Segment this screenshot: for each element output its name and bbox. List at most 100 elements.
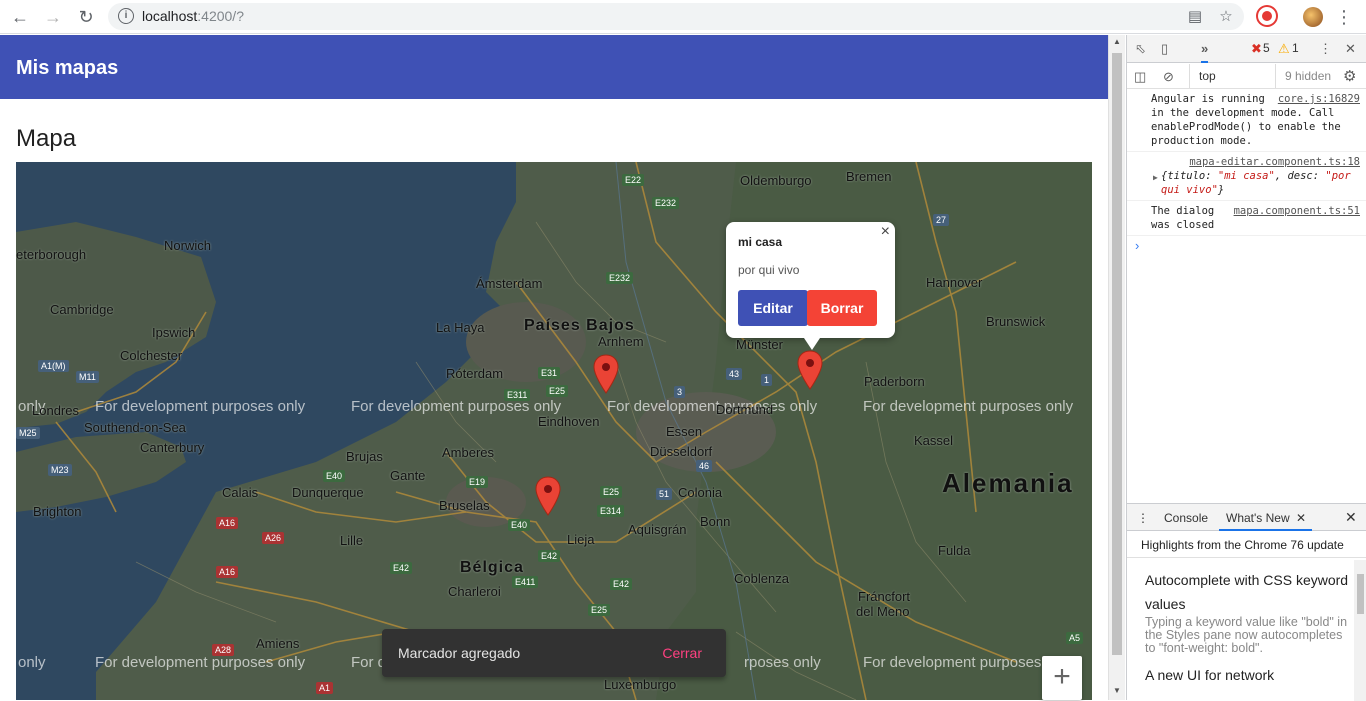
- log-object[interactable]: {titulo: "mi casa", desc: "por qui vivo"…: [1161, 170, 1351, 196]
- city-label: Southend-on-Sea: [84, 420, 186, 435]
- road-shield: E19: [466, 476, 489, 488]
- close-tab-icon[interactable]: ✕: [1296, 511, 1306, 525]
- city-label: Colonia: [678, 485, 723, 500]
- city-label: Bruselas: [439, 498, 490, 513]
- close-devtools-icon[interactable]: ✕: [1345, 41, 1356, 57]
- road-shield: E42: [390, 562, 413, 574]
- road-shield: A28: [212, 644, 235, 656]
- log-source-link[interactable]: mapa-editar.component.ts:18: [1189, 155, 1360, 169]
- clear-console-icon[interactable]: ⊘: [1163, 69, 1174, 85]
- console-settings-gear-icon[interactable]: ⚙: [1343, 67, 1356, 85]
- reload-icon[interactable]: ↻: [74, 5, 98, 29]
- console-filter-bar: ◫ ⊘ top 9 hidden ⚙: [1127, 63, 1366, 89]
- whats-new-item-body: Typing a keyword value like "bold" in th…: [1145, 615, 1348, 655]
- back-arrow-icon[interactable]: ←: [8, 5, 32, 29]
- page-scrollbar[interactable]: ▲ ▼: [1108, 35, 1125, 700]
- country-label: Alemania: [942, 468, 1074, 498]
- opera-extension-icon[interactable]: [1258, 7, 1276, 25]
- road-shield: E232: [606, 272, 634, 284]
- snackbar: Marcador agregado Cerrar: [382, 629, 726, 677]
- close-icon[interactable]: ×: [881, 223, 890, 241]
- city-label: Essen: [666, 424, 703, 439]
- city-label: La Haya: [436, 320, 485, 335]
- map-marker-pin[interactable]: [797, 350, 823, 390]
- road-shield: A16: [216, 566, 239, 578]
- translate-icon[interactable]: ▤: [1186, 8, 1204, 26]
- road-shield: A5: [1066, 632, 1084, 644]
- snackbar-message: Marcador agregado: [398, 645, 521, 661]
- watermark-text: only: [18, 654, 46, 671]
- city-label: Róterdam: [446, 366, 504, 381]
- bookmark-star-icon[interactable]: ☆: [1217, 8, 1235, 26]
- city-label: eterborough: [16, 247, 87, 262]
- info-window-title: mi casa: [738, 235, 783, 249]
- city-label: Brighton: [33, 504, 82, 519]
- hidden-count[interactable]: 9 hidden: [1285, 69, 1331, 83]
- zoom-in-button[interactable]: +: [1042, 656, 1082, 700]
- inspect-element-icon[interactable]: ⬁: [1135, 41, 1146, 57]
- more-panels-icon[interactable]: »: [1201, 41, 1209, 63]
- scroll-up-icon[interactable]: ▲: [1113, 37, 1121, 46]
- info-icon[interactable]: i: [118, 8, 134, 24]
- warning-icon[interactable]: ⚠: [1278, 41, 1290, 57]
- city-label: Coblenza: [734, 571, 789, 586]
- whats-new-highlights: Highlights from the Chrome 76 update: [1127, 531, 1366, 558]
- error-count[interactable]: 5: [1263, 41, 1270, 55]
- map-canvas[interactable]: only For development purposes only For d…: [16, 162, 1092, 700]
- scrollbar-thumb[interactable]: [1112, 53, 1122, 655]
- scrollbar-thumb[interactable]: [1357, 574, 1364, 614]
- edit-button[interactable]: Editar: [738, 290, 808, 326]
- whats-new-content: Autocomplete with CSS keyword values Typ…: [1127, 558, 1366, 697]
- road-shield: E232: [652, 197, 680, 209]
- forward-arrow-icon[interactable]: →: [41, 5, 65, 29]
- context-selector[interactable]: top: [1199, 69, 1216, 83]
- map-marker-pin[interactable]: [535, 476, 561, 516]
- city-label: Ipswich: [152, 325, 196, 340]
- tab-console[interactable]: Console: [1164, 511, 1208, 525]
- console-log-entry: mapa.component.ts:51 The dialog was clos…: [1127, 201, 1366, 236]
- device-toolbar-icon[interactable]: ▯: [1161, 41, 1168, 57]
- city-label: Lille: [340, 533, 364, 548]
- city-label: Lieja: [567, 532, 595, 547]
- chrome-menu-icon[interactable]: ⋮: [1332, 5, 1356, 29]
- marker-info-window: × mi casa por qui vivo Editar Borrar: [726, 222, 895, 350]
- watermark-text: rposes only: [744, 654, 821, 671]
- city-label: Gante: [390, 468, 426, 483]
- delete-button[interactable]: Borrar: [807, 290, 877, 326]
- log-source-link[interactable]: mapa.component.ts:51: [1234, 204, 1360, 218]
- info-window-description: por qui vivo: [738, 263, 800, 277]
- log-source-link[interactable]: core.js:16829: [1278, 92, 1360, 106]
- whats-new-item-title[interactable]: A new UI for network: [1145, 663, 1349, 687]
- watermark-text: For development purposes only: [95, 398, 306, 415]
- drawer-menu-icon[interactable]: ⋮: [1137, 511, 1149, 525]
- road-shield: E40: [508, 519, 531, 531]
- devtools-menu-icon[interactable]: ⋮: [1319, 41, 1332, 57]
- whats-new-scrollbar[interactable]: [1354, 560, 1366, 701]
- watermark-text: For development purposes only: [607, 398, 818, 415]
- city-label: Brunswick: [986, 314, 1046, 329]
- scroll-down-icon[interactable]: ▼: [1113, 686, 1121, 695]
- road-shield: E25: [600, 486, 623, 498]
- map-marker-pin[interactable]: [593, 354, 619, 394]
- road-shield: E314: [597, 505, 625, 517]
- warning-count[interactable]: 1: [1292, 41, 1299, 55]
- city-label: Fráncfort: [858, 589, 911, 604]
- road-shield: A1(M): [38, 360, 69, 372]
- console-prompt[interactable]: ›: [1127, 236, 1366, 255]
- profile-avatar[interactable]: [1303, 7, 1323, 27]
- city-label: Londres: [32, 403, 79, 418]
- road-shield: E31: [538, 367, 561, 379]
- error-icon[interactable]: ✖: [1251, 41, 1262, 57]
- snackbar-close-button[interactable]: Cerrar: [662, 645, 702, 661]
- close-drawer-icon[interactable]: ✕: [1345, 509, 1357, 526]
- city-label: Eindhoven: [538, 414, 600, 429]
- whats-new-item-title[interactable]: Autocomplete with CSS keyword values: [1145, 568, 1349, 616]
- watermark-text: For development purposes only: [863, 398, 1074, 415]
- expand-triangle-icon[interactable]: ▶: [1153, 171, 1158, 185]
- road-shield: A16: [216, 517, 239, 529]
- road-shield: E22: [622, 174, 645, 186]
- address-bar[interactable]: i localhost:4200/? ▤ ☆: [108, 3, 1244, 30]
- url-text[interactable]: localhost:4200/?: [142, 8, 244, 24]
- sidebar-toggle-icon[interactable]: ◫: [1134, 69, 1146, 85]
- road-shield: M23: [48, 464, 72, 476]
